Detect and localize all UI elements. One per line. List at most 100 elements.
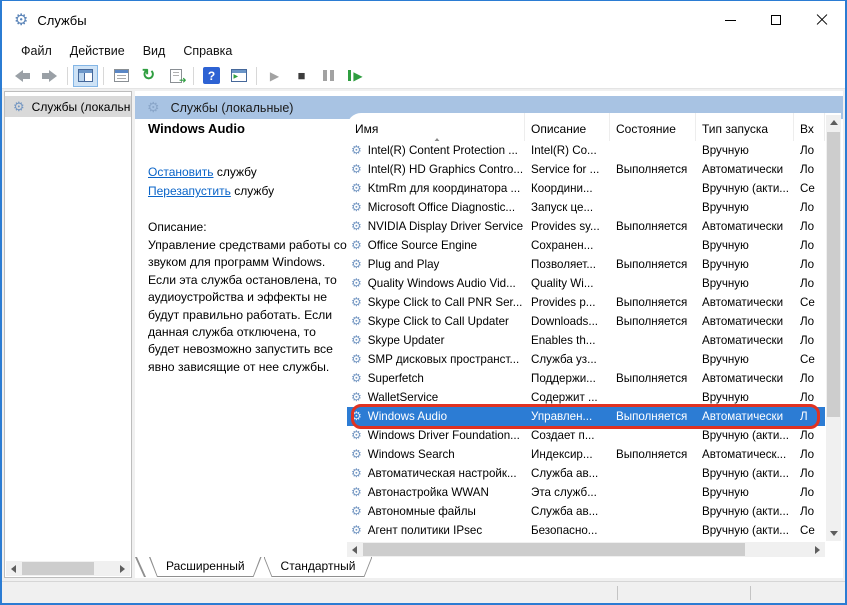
pause-service-button[interactable] [316, 65, 341, 87]
service-description: Индексир... [525, 445, 610, 464]
service-row[interactable]: Windows Audio Управлен... Выполняется Ав… [347, 407, 825, 426]
service-description: Intel(R) Co... [525, 141, 610, 160]
column-header-description[interactable]: Описание [525, 113, 610, 141]
service-row[interactable]: Intel(R) Content Protection ... Intel(R)… [347, 141, 825, 160]
service-logon-as: Ло [794, 331, 825, 350]
scroll-right-icon[interactable] [810, 542, 825, 557]
service-logon-as: Ло [794, 236, 825, 255]
minimize-icon [725, 20, 736, 21]
scroll-right-icon[interactable] [115, 561, 130, 576]
service-logon-as: Се [794, 350, 825, 369]
column-header-name[interactable]: Имя [347, 113, 525, 141]
service-description: Запуск це... [525, 198, 610, 217]
show-console-tree-button[interactable] [73, 65, 98, 87]
service-row[interactable]: KtmRm для координатора ... Координи... В… [347, 179, 825, 198]
service-row[interactable]: Автоматическая настройк... Служба ав... … [347, 464, 825, 483]
tree-horizontal-scrollbar[interactable] [6, 561, 130, 576]
stop-service-link[interactable]: Остановить [148, 165, 214, 179]
service-startup-type: Вручную [696, 255, 794, 274]
service-row[interactable]: Windows Driver Foundation... Создает п..… [347, 426, 825, 445]
service-row[interactable]: Skype Click to Call PNR Ser... Provides … [347, 293, 825, 312]
status-separator [617, 586, 618, 600]
scrollbar-thumb[interactable] [363, 543, 745, 556]
services-gear-icon [147, 99, 160, 116]
properties-button[interactable] [109, 65, 134, 87]
service-name: Windows Driver Foundation... [368, 426, 520, 445]
service-row[interactable]: Агент политики IPsec Безопасно... Вручну… [347, 521, 825, 540]
export-list-button[interactable] [163, 65, 188, 87]
maximize-button[interactable] [753, 1, 799, 39]
window-controls [707, 1, 845, 39]
console-tree-icon [78, 69, 93, 82]
service-row[interactable]: Plug and Play Позволяет... Выполняется В… [347, 255, 825, 274]
tab-standard[interactable]: Стандартный [264, 557, 373, 577]
start-service-button[interactable] [262, 65, 287, 87]
refresh-button[interactable] [136, 65, 161, 87]
tab-extended[interactable]: Расширенный [149, 557, 262, 577]
service-name: Office Source Engine [368, 236, 477, 255]
service-status [610, 198, 696, 217]
service-logon-as: Ло [794, 445, 825, 464]
back-button[interactable] [10, 65, 35, 87]
service-row[interactable]: Intel(R) HD Graphics Contro... Service f… [347, 160, 825, 179]
service-logon-as: Се [794, 293, 825, 312]
service-row[interactable]: Superfetch Поддержи... Выполняется Автом… [347, 369, 825, 388]
service-status [610, 236, 696, 255]
app-gear-icon [14, 10, 28, 30]
service-startup-type: Автоматически [696, 369, 794, 388]
menu-help[interactable]: Справка [174, 44, 241, 58]
scroll-left-icon[interactable] [347, 542, 362, 557]
service-row[interactable]: Quality Windows Audio Vid... Quality Wi.… [347, 274, 825, 293]
scrollbar-thumb[interactable] [827, 132, 840, 417]
service-row[interactable]: Автонастройка WWAN Эта служб... Вручную … [347, 483, 825, 502]
extended-view-button[interactable] [226, 65, 251, 87]
restart-service-button[interactable] [343, 65, 368, 87]
service-name: Superfetch [368, 369, 424, 388]
stop-service-button[interactable] [289, 65, 314, 87]
list-vertical-scrollbar[interactable] [826, 115, 841, 541]
list-horizontal-scrollbar[interactable] [347, 542, 825, 557]
scroll-down-icon[interactable] [826, 526, 841, 541]
column-header-status[interactable]: Состояние [610, 113, 696, 141]
tree-item-services-local[interactable]: Службы (локальные) [5, 96, 131, 117]
service-description: Эта служб... [525, 483, 610, 502]
restart-service-link[interactable]: Перезапустить [148, 184, 231, 198]
service-status [610, 331, 696, 350]
service-logon-as: Ло [794, 160, 825, 179]
service-description: Служба ав... [525, 502, 610, 521]
forward-button[interactable] [37, 65, 62, 87]
scroll-left-icon[interactable] [6, 561, 21, 576]
scrollbar-thumb[interactable] [22, 562, 94, 575]
service-actions: Остановить службу Перезапустить службу [148, 163, 350, 201]
service-row[interactable]: WalletService Содержит ... Вручную Ло [347, 388, 825, 407]
service-gear-icon [351, 179, 362, 198]
service-logon-as: Ло [794, 198, 825, 217]
service-description: Enables th... [525, 331, 610, 350]
menu-view[interactable]: Вид [134, 44, 175, 58]
service-row[interactable]: Автономные файлы Служба ав... Вручную (а… [347, 502, 825, 521]
service-row[interactable]: Windows Search Индексир... Выполняется А… [347, 445, 825, 464]
minimize-button[interactable] [707, 1, 753, 39]
service-row[interactable]: NVIDIA Display Driver Service Provides s… [347, 217, 825, 236]
column-header-logon-as[interactable]: Вх [794, 113, 825, 141]
close-button[interactable] [799, 1, 845, 39]
service-row[interactable]: Skype Updater Enables th... Автоматическ… [347, 331, 825, 350]
service-row[interactable]: Skype Click to Call Updater Downloads...… [347, 312, 825, 331]
service-name: Intel(R) Content Protection ... [368, 141, 518, 160]
maximize-icon [771, 15, 781, 25]
service-row[interactable]: Office Source Engine Сохранен... Вручную… [347, 236, 825, 255]
service-gear-icon [351, 198, 362, 217]
service-name: Quality Windows Audio Vid... [368, 274, 516, 293]
menu-file[interactable]: Файл [12, 44, 61, 58]
service-gear-icon [351, 464, 362, 483]
service-gear-icon [351, 369, 362, 388]
menu-action[interactable]: Действие [61, 44, 134, 58]
service-logon-as: Ло [794, 312, 825, 331]
restart-service-line: Перезапустить службу [148, 182, 350, 201]
service-row[interactable]: SMP дисковых пространст... Служба уз... … [347, 350, 825, 369]
help-button[interactable] [199, 65, 224, 87]
view-tabs: Расширенный Стандартный [135, 557, 372, 577]
scroll-up-icon[interactable] [826, 115, 841, 130]
service-row[interactable]: Microsoft Office Diagnostic... Запуск це… [347, 198, 825, 217]
column-header-startup-type[interactable]: Тип запуска [696, 113, 794, 141]
